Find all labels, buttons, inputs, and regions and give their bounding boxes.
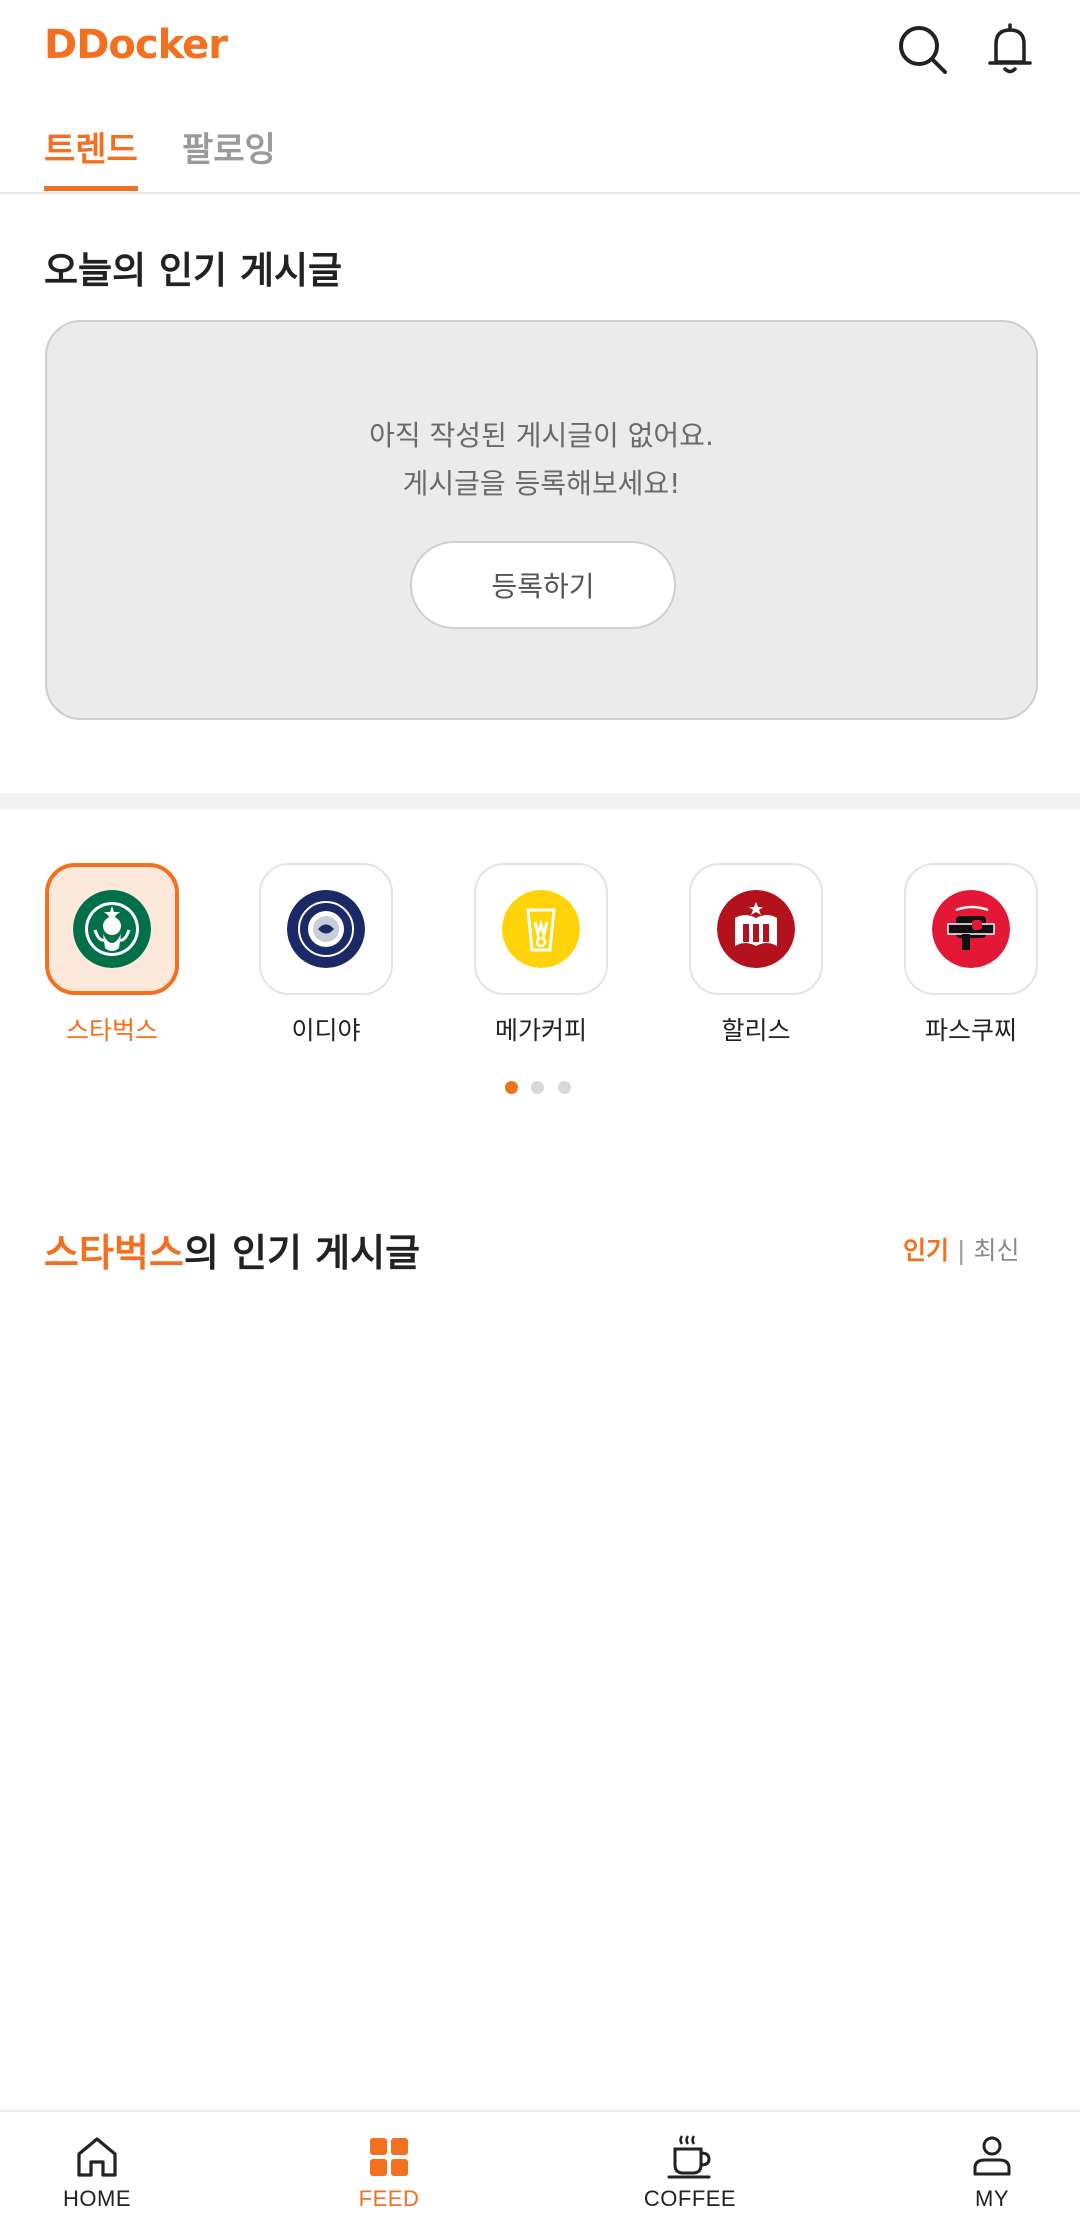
nav-label: COFFEE	[643, 2186, 737, 2211]
nav-feed[interactable]: FEED	[336, 2112, 442, 2218]
empty-message-line-2: 게시글을 등록해보세요!	[402, 467, 681, 500]
brand-item-megacoffee[interactable]: 메가커피	[474, 863, 608, 1047]
brand-label: 이디야	[291, 1016, 361, 1045]
coffee-cup-icon	[667, 2135, 711, 2179]
home-icon	[77, 2137, 117, 2177]
sort-latest-option[interactable]: 최신	[973, 1236, 1019, 1265]
popular-title-suffix: 의 인기 게시글	[183, 1231, 421, 1275]
pagination-dot[interactable]	[531, 1081, 544, 1094]
pagination-dot[interactable]	[558, 1081, 571, 1094]
brand-logo-box	[474, 863, 608, 995]
nav-label: MY	[975, 2186, 1009, 2211]
feed-tabs: 트렌드 팔로잉	[0, 110, 1080, 194]
section-divider	[0, 793, 1080, 809]
brand-logo-box	[259, 863, 393, 995]
grid-icon	[370, 2138, 408, 2176]
nav-home[interactable]: HOME	[44, 2112, 150, 2218]
selected-brand-name: 스타벅스	[44, 1231, 184, 1275]
brand-item-starbucks[interactable]: 스타벅스	[45, 863, 179, 1047]
nav-label: FEED	[358, 2186, 420, 2211]
sort-toggle: 인기 | 최신	[903, 1231, 1019, 1267]
bell-icon[interactable]	[982, 22, 1038, 78]
brand-label: 메가커피	[494, 1016, 587, 1045]
brand-item-ediya[interactable]: 이디야	[259, 863, 393, 1047]
register-post-button[interactable]: 등록하기	[410, 541, 676, 629]
brand-logo-box	[689, 863, 823, 995]
brand-label: 스타벅스	[65, 1016, 158, 1045]
megacoffee-logo-icon	[502, 890, 580, 968]
bottom-navigation: HOME FEED COFFEE MY	[0, 2110, 1080, 2218]
brand-label: 파스쿠찌	[924, 1016, 1017, 1045]
nav-label: HOME	[63, 2186, 131, 2211]
brand-popular-title: 스타벅스의 인기 게시글	[44, 1222, 420, 1277]
sort-separator: |	[957, 1236, 966, 1265]
sort-popular-option[interactable]: 인기	[903, 1236, 949, 1265]
tab-trend[interactable]: 트렌드	[44, 122, 138, 171]
nav-coffee[interactable]: COFFEE	[628, 2112, 752, 2218]
starbucks-logo-icon	[73, 890, 151, 968]
hollys-logo-icon	[717, 890, 795, 968]
tab-following[interactable]: 팔로잉	[182, 122, 276, 171]
active-tab-indicator	[44, 186, 138, 191]
pascucci-logo-icon	[932, 890, 1010, 968]
app-logo[interactable]: DDocker	[44, 22, 228, 68]
brand-item-pascucci[interactable]: 파스쿠찌	[904, 863, 1038, 1047]
ediya-logo-icon	[287, 890, 365, 968]
user-icon	[973, 2136, 1011, 2176]
app-header: DDocker	[0, 0, 1080, 104]
search-icon[interactable]	[895, 22, 951, 78]
brand-label: 할리스	[721, 1016, 791, 1045]
brand-item-hollys[interactable]: 할리스	[689, 863, 823, 1047]
nav-my[interactable]: MY	[944, 2112, 1040, 2218]
pagination-dot-active[interactable]	[505, 1081, 518, 1094]
today-popular-title: 오늘의 인기 게시글	[44, 249, 343, 292]
empty-posts-card: 아직 작성된 게시글이 없어요. 게시글을 등록해보세요! 등록하기	[45, 320, 1038, 720]
brand-logo-box	[904, 863, 1038, 995]
brand-logo-box	[45, 863, 179, 995]
empty-message-line-1: 아직 작성된 게시글이 없어요.	[369, 419, 714, 452]
